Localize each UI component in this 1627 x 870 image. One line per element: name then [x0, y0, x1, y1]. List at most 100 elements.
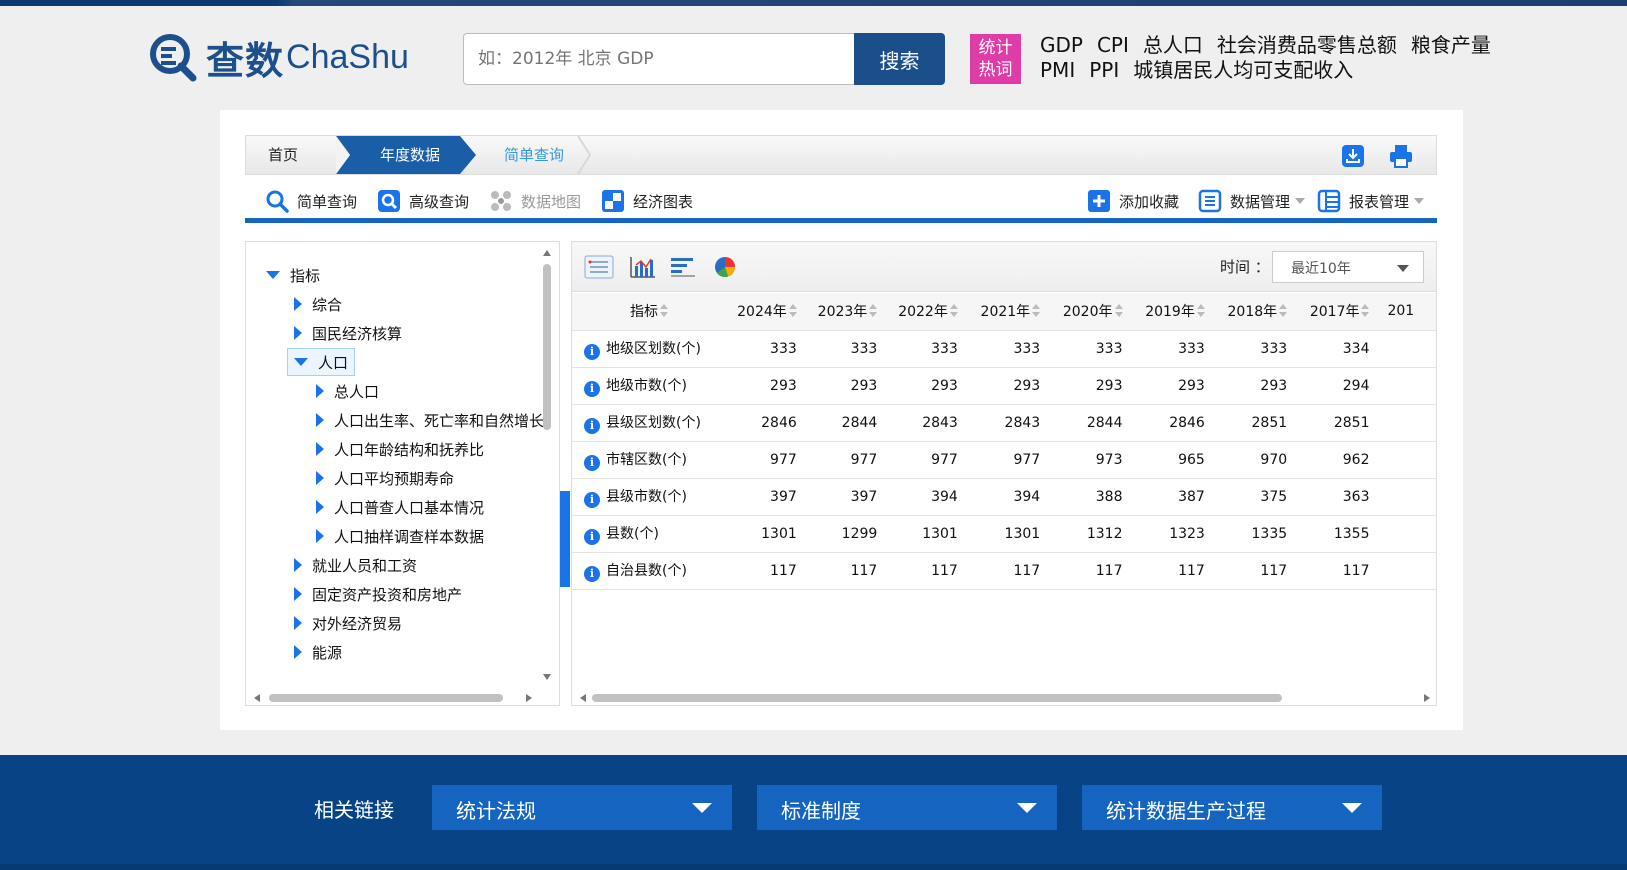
tree-item[interactable]: 人口抽样调查样本数据	[316, 522, 484, 550]
data-map-tool[interactable]: 数据地图	[489, 186, 581, 216]
info-icon[interactable]: i	[584, 528, 600, 545]
tree-item[interactable]: 能源	[294, 638, 342, 666]
column-header-year[interactable]: 2020年	[1048, 293, 1131, 331]
tree-item-selected[interactable]: 人口	[287, 348, 356, 376]
info-icon[interactable]: i	[584, 565, 600, 582]
indicator-cell[interactable]: i 县级区划数(个)	[572, 404, 727, 442]
table-horizontal-scrollbar[interactable]	[578, 690, 1436, 704]
info-icon[interactable]: i	[584, 343, 600, 360]
indicator-cell[interactable]: i 地级市数(个)	[572, 367, 727, 405]
value-cell: 973	[1048, 441, 1131, 479]
time-range-value: 最近10年	[1291, 261, 1351, 277]
indicator-name: 县数(个)	[606, 525, 659, 542]
column-header-year[interactable]: 2019年	[1130, 293, 1213, 331]
column-header-year[interactable]: 2022年	[885, 293, 966, 331]
breadcrumb-annual[interactable]: 年度数据	[336, 136, 476, 174]
tree-item[interactable]: 人口年龄结构和抚养比	[316, 435, 484, 463]
print-icon[interactable]	[1388, 143, 1414, 169]
tree-item[interactable]: 综合	[294, 290, 342, 318]
hot-word-link[interactable]: PPI	[1089, 58, 1119, 83]
hot-word-link[interactable]: PMI	[1040, 58, 1075, 83]
value-cell: 387	[1130, 478, 1213, 516]
breadcrumb-home[interactable]: 首页	[268, 136, 298, 174]
site-logo[interactable]: 查数 ChaShu	[148, 32, 409, 83]
column-header-year[interactable]: 2017年	[1295, 293, 1378, 331]
tree-item[interactable]: 总人口	[316, 377, 379, 405]
info-icon[interactable]: i	[584, 491, 600, 508]
value-cell: 394	[885, 478, 966, 516]
column-header-year[interactable]: 2023年	[804, 293, 886, 331]
hot-word-link[interactable]: CPI	[1097, 33, 1129, 58]
advanced-query-tool[interactable]: 高级查询	[377, 186, 469, 216]
search-button[interactable]: 搜索	[854, 33, 945, 85]
simple-query-tool[interactable]: 简单查询	[265, 186, 357, 216]
collapsed-triangle-icon	[316, 413, 324, 427]
hot-word-link[interactable]: GDP	[1040, 33, 1083, 58]
value-cell: 2846	[726, 404, 805, 442]
logo-magnifier-icon	[148, 32, 198, 82]
tree-vertical-scrollbar[interactable]	[540, 248, 554, 684]
column-header-year[interactable]: 201	[1377, 293, 1436, 331]
report-manage-menu[interactable]: 报表管理	[1317, 186, 1425, 216]
info-icon[interactable]: i	[584, 417, 600, 434]
economic-chart-tool[interactable]: 经济图表	[601, 186, 693, 216]
tree-item[interactable]: 国民经济核算	[294, 319, 402, 347]
info-icon[interactable]: i	[584, 380, 600, 397]
sort-icon	[1114, 304, 1123, 318]
hot-word-link[interactable]: 粮食产量	[1411, 33, 1491, 58]
value-cell: 2851	[1212, 404, 1296, 442]
tree-item[interactable]: 固定资产投资和房地产	[294, 580, 462, 608]
sort-icon	[949, 304, 958, 318]
bar-chart-icon[interactable]	[628, 254, 658, 280]
collapsed-triangle-icon	[316, 442, 324, 456]
column-header-label: 2022年	[898, 304, 948, 321]
chevron-down-icon	[1017, 803, 1037, 813]
tree-item[interactable]: 人口普查人口基本情况	[316, 493, 484, 521]
column-header-year[interactable]: 2024年	[726, 293, 805, 331]
hot-word-link[interactable]: 城镇居民人均可支配收入	[1133, 58, 1353, 83]
indicator-cell[interactable]: i 市辖区数(个)	[572, 441, 727, 479]
data-manage-menu[interactable]: 数据管理	[1198, 186, 1306, 216]
value-cell: 293	[726, 367, 805, 405]
value-cell: 962	[1295, 441, 1378, 479]
list-view-icon[interactable]	[584, 254, 614, 280]
tree-item[interactable]: 对外经济贸易	[294, 609, 402, 637]
time-label: 时间 ：	[1220, 258, 1270, 276]
query-toolbar: 简单查询 高级查询 数据地图 经济图表 添加收藏 数据管理 报表管理	[245, 180, 1437, 223]
tree-item[interactable]: 就业人员和工资	[294, 551, 417, 579]
hot-word-link[interactable]: 总人口	[1143, 33, 1203, 58]
data-manage-label: 数据管理	[1230, 192, 1291, 211]
value-cell: 977	[726, 441, 805, 479]
value-cell: 2844	[1048, 404, 1131, 442]
indicator-cell[interactable]: i 县级市数(个)	[572, 478, 727, 516]
chevron-down-icon	[1342, 803, 1362, 813]
value-cell: 397	[804, 478, 886, 516]
footer-select-regulations[interactable]: 统计法规	[432, 785, 732, 830]
list-box-icon	[1198, 189, 1222, 213]
tree-item[interactable]: 人口出生率、死亡率和自然增长	[316, 406, 544, 434]
column-header-indicator[interactable]: 指标	[572, 293, 727, 331]
splitter-handle[interactable]	[560, 491, 570, 587]
value-cell: 375	[1212, 478, 1296, 516]
indicator-cell[interactable]: i 县数(个)	[572, 515, 727, 553]
indicator-cell[interactable]: i 自治县数(个)	[572, 552, 727, 590]
column-header-year[interactable]: 2021年	[965, 293, 1049, 331]
footer-select-standards[interactable]: 标准制度	[757, 785, 1057, 830]
footer-select-process[interactable]: 统计数据生产过程	[1082, 785, 1382, 830]
tree-root[interactable]: 指标	[266, 261, 320, 289]
time-range-select[interactable]: 最近10年	[1272, 251, 1424, 283]
info-icon[interactable]: i	[584, 454, 600, 471]
breadcrumb: 首页 年度数据 简单查询	[245, 135, 1437, 175]
tree-horizontal-scrollbar[interactable]	[252, 690, 542, 704]
horizontal-bar-icon[interactable]	[668, 254, 698, 280]
tree-item[interactable]: 人口平均预期寿命	[316, 464, 454, 492]
hot-word-link[interactable]: 社会消费品零售总额	[1217, 33, 1397, 58]
value-cell: 117	[1130, 552, 1213, 590]
indicator-cell[interactable]: i 地级区划数(个)	[572, 330, 727, 368]
search-input[interactable]	[463, 33, 855, 85]
value-cell: 333	[1130, 330, 1213, 368]
pie-chart-icon[interactable]	[710, 254, 740, 280]
add-favorite-tool[interactable]: 添加收藏	[1087, 186, 1179, 216]
download-icon[interactable]	[1340, 143, 1366, 169]
column-header-year[interactable]: 2018年	[1212, 293, 1296, 331]
